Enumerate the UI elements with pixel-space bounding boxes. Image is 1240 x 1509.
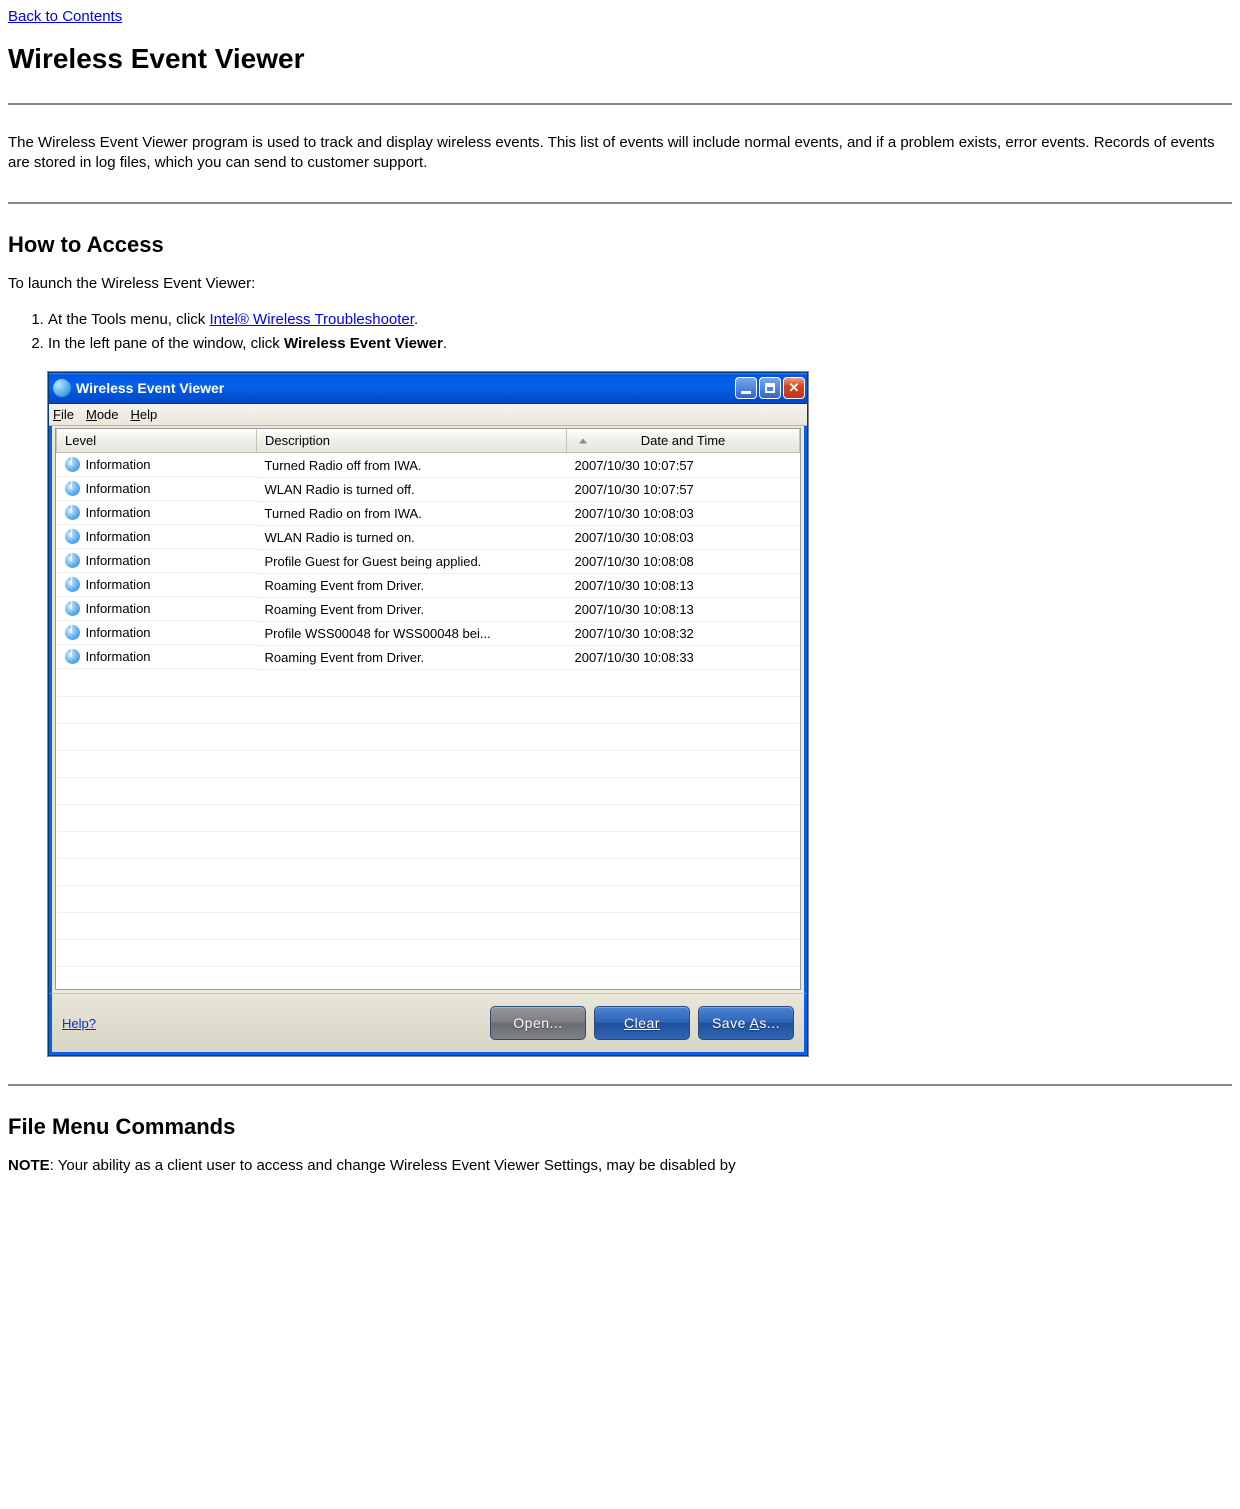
row-description: Profile WSS00048 for WSS00048 bei... — [257, 621, 567, 645]
note-label: NOTE — [8, 1157, 50, 1174]
row-date: 2007/10/30 10:08:03 — [567, 525, 800, 549]
row-date: 2007/10/30 10:08:03 — [567, 501, 800, 525]
window-content: Level Description Date and Time Informat… — [49, 426, 807, 993]
help-link[interactable]: Help? — [62, 1016, 96, 1031]
information-icon — [65, 529, 80, 544]
steps-list: At the Tools menu, click Intel® Wireless… — [48, 310, 1232, 355]
menu-mode[interactable]: Mode — [86, 407, 119, 422]
information-icon — [65, 553, 80, 568]
row-date: 2007/10/30 10:07:57 — [567, 477, 800, 501]
row-date: 2007/10/30 10:08:08 — [567, 549, 800, 573]
column-level[interactable]: Level — [57, 429, 257, 453]
save-as-button[interactable]: Save As... — [698, 1006, 794, 1040]
table-row[interactable]: Information Profile Guest for Guest being… — [57, 549, 800, 573]
divider — [8, 1084, 1232, 1086]
information-icon — [65, 601, 80, 616]
row-level: Information — [86, 625, 151, 640]
row-date: 2007/10/30 10:08:32 — [567, 621, 800, 645]
column-description[interactable]: Description — [257, 429, 567, 453]
information-icon — [65, 649, 80, 664]
page-title: Wireless Event Viewer — [8, 43, 1232, 75]
back-to-contents-link[interactable]: Back to Contents — [8, 8, 122, 25]
file-menu-heading: File Menu Commands — [8, 1114, 1232, 1140]
row-date: 2007/10/30 10:08:33 — [567, 645, 800, 669]
row-description: Roaming Event from Driver. — [257, 597, 567, 621]
table-row[interactable]: Information Roaming Event from Driver.200… — [57, 645, 800, 669]
menu-help[interactable]: Help — [131, 407, 158, 422]
step-2: In the left pane of the window, click Wi… — [48, 334, 1232, 354]
row-date: 2007/10/30 10:08:13 — [567, 597, 800, 621]
table-row[interactable]: Information Roaming Event from Driver.200… — [57, 597, 800, 621]
sort-ascending-icon — [579, 438, 587, 443]
information-icon — [65, 505, 80, 520]
open-button[interactable]: Open... — [490, 1006, 586, 1040]
event-viewer-window: Wireless Event Viewer ✕ File Mode Help L… — [48, 372, 808, 1056]
information-icon — [65, 577, 80, 592]
row-description: WLAN Radio is turned off. — [257, 477, 567, 501]
row-level: Information — [86, 601, 151, 616]
maximize-button[interactable] — [759, 377, 781, 399]
table-row[interactable]: Information Turned Radio on from IWA.2007… — [57, 501, 800, 525]
row-level: Information — [86, 577, 151, 592]
minimize-button[interactable] — [735, 377, 757, 399]
information-icon — [65, 481, 80, 496]
row-level: Information — [86, 553, 151, 568]
row-level: Information — [86, 457, 151, 472]
app-icon — [53, 379, 71, 397]
row-date: 2007/10/30 10:07:57 — [567, 453, 800, 478]
row-description: Profile Guest for Guest being applied. — [257, 549, 567, 573]
row-level: Information — [86, 481, 151, 496]
row-description: Turned Radio on from IWA. — [257, 501, 567, 525]
window-titlebar[interactable]: Wireless Event Viewer ✕ — [49, 373, 807, 404]
row-description: Roaming Event from Driver. — [257, 573, 567, 597]
row-description: Turned Radio off from IWA. — [257, 453, 567, 478]
table-row[interactable]: Information Profile WSS00048 for WSS00048… — [57, 621, 800, 645]
divider — [8, 202, 1232, 204]
close-button[interactable]: ✕ — [783, 377, 805, 399]
column-date[interactable]: Date and Time — [567, 429, 800, 453]
row-description: Roaming Event from Driver. — [257, 645, 567, 669]
information-icon — [65, 457, 80, 472]
divider — [8, 103, 1232, 105]
window-title: Wireless Event Viewer — [76, 380, 735, 396]
step-1: At the Tools menu, click Intel® Wireless… — [48, 310, 1232, 330]
row-description: WLAN Radio is turned on. — [257, 525, 567, 549]
intel-troubleshooter-link[interactable]: Intel® Wireless Troubleshooter — [209, 311, 413, 328]
row-level: Information — [86, 505, 151, 520]
row-level: Information — [86, 529, 151, 544]
table-row[interactable]: Information WLAN Radio is turned off.2007… — [57, 477, 800, 501]
table-row[interactable]: Information Roaming Event from Driver.200… — [57, 573, 800, 597]
table-row[interactable]: Information WLAN Radio is turned on.2007/… — [57, 525, 800, 549]
row-date: 2007/10/30 10:08:13 — [567, 573, 800, 597]
launch-intro: To launch the Wireless Event Viewer: — [8, 274, 1232, 294]
events-table: Level Description Date and Time Informat… — [56, 429, 800, 990]
menubar: File Mode Help — [49, 404, 807, 426]
clear-button[interactable]: Clear — [594, 1006, 690, 1040]
intro-paragraph: The Wireless Event Viewer program is use… — [8, 133, 1232, 174]
window-footer: Help? Open... Clear Save As... — [49, 993, 807, 1055]
menu-file[interactable]: File — [53, 407, 74, 422]
how-to-access-heading: How to Access — [8, 232, 1232, 258]
row-level: Information — [86, 649, 151, 664]
note-paragraph: NOTE: Your ability as a client user to a… — [8, 1156, 1232, 1176]
information-icon — [65, 625, 80, 640]
table-row[interactable]: Information Turned Radio off from IWA.200… — [57, 453, 800, 478]
step-2-bold: Wireless Event Viewer — [284, 335, 443, 352]
